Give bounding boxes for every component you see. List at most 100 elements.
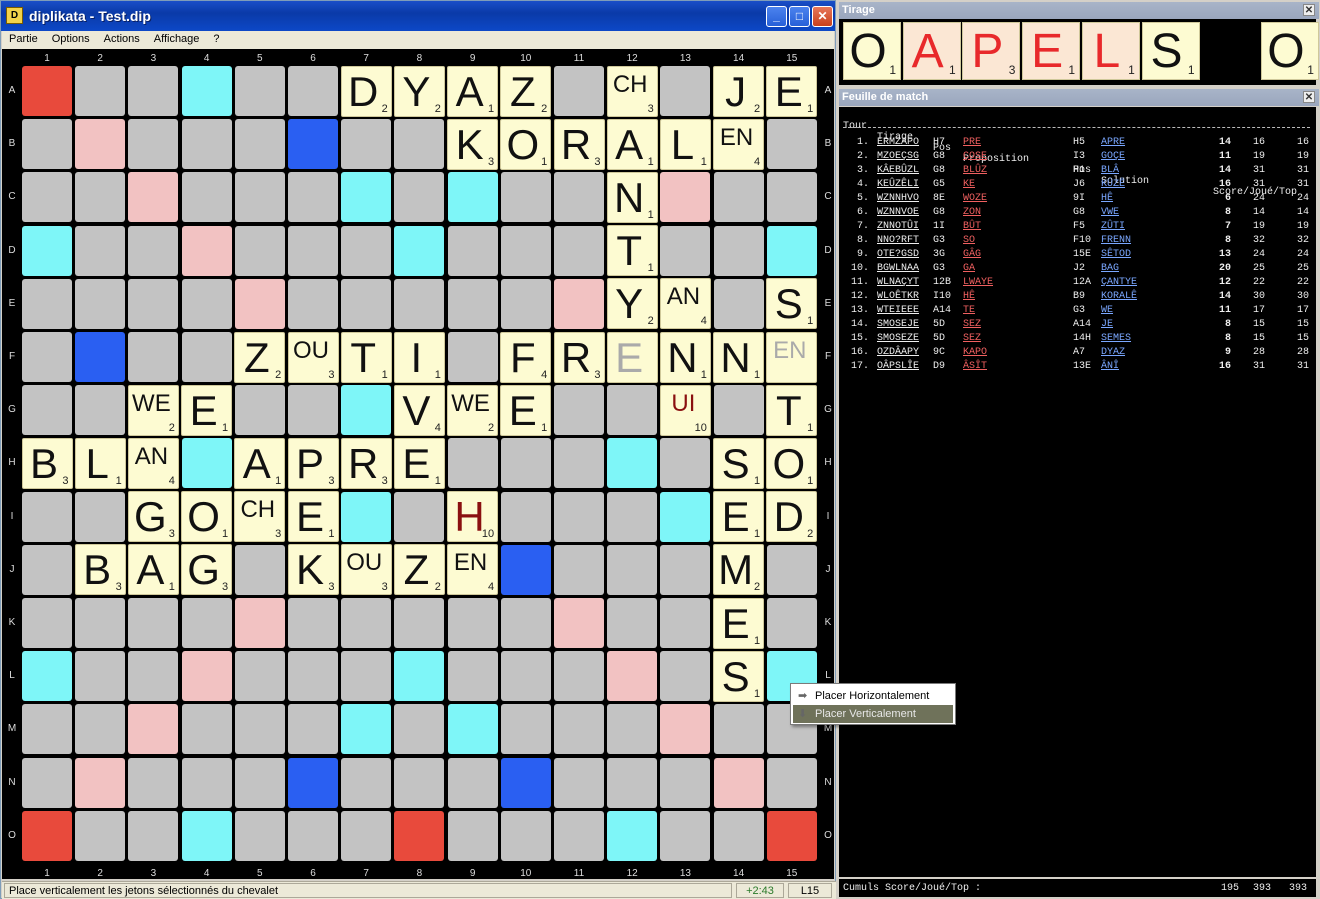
board-tile[interactable]: T1 [340, 331, 392, 383]
board-tile[interactable]: L1 [659, 118, 711, 170]
board-cell[interactable] [500, 544, 551, 595]
board-tile[interactable]: AN 4 [659, 278, 711, 330]
board-cell[interactable] [447, 598, 498, 648]
board-cell[interactable] [288, 757, 338, 808]
board-cell[interactable] [660, 438, 711, 489]
board-tile[interactable]: R3 [553, 331, 605, 383]
board-cell[interactable] [128, 757, 179, 808]
rack-tile[interactable]: O1 [1260, 22, 1319, 80]
board-cell[interactable] [288, 66, 338, 116]
board-cell[interactable] [288, 278, 338, 329]
place-vertical-item[interactable]: ⬇ Placer Verticalement [793, 705, 953, 723]
menu-options[interactable]: Options [45, 31, 97, 45]
board-cell[interactable] [341, 810, 392, 861]
board-cell[interactable] [234, 651, 285, 702]
board-tile[interactable]: CH 3 [234, 491, 286, 543]
sheet-row[interactable]: 15. SMOSEZE 5D SEZ 14H SEMES 8 15 15 [839, 333, 1316, 347]
sheet-row[interactable]: 9. OTE?GSD 3G GÂG 15E SÊTOD 13 24 24 [839, 249, 1316, 263]
board-tile[interactable]: AN 4 [127, 437, 179, 489]
board-tile[interactable]: G3 [181, 544, 233, 596]
board-cell[interactable] [447, 704, 498, 755]
board-cell[interactable] [660, 651, 711, 702]
sheet-row[interactable]: 7. ZNNOTÛI 1I BÛT F5 ZÛTI 7 19 19 [839, 221, 1316, 235]
board-tile[interactable]: E1 [500, 384, 552, 436]
sheet-row[interactable]: 6. WZNNVOE G8 ZON G8 VWE 8 14 14 [839, 207, 1316, 221]
board-cell[interactable] [447, 332, 498, 382]
board-cell[interactable] [766, 810, 817, 861]
menu-help[interactable]: ? [206, 31, 226, 45]
board-tile[interactable]: Y2 [393, 65, 445, 117]
board-cell[interactable] [447, 810, 498, 861]
board-tile[interactable]: H 10 [447, 491, 499, 543]
board-tile[interactable]: B3 [21, 437, 73, 489]
close-button[interactable]: ✕ [812, 6, 833, 27]
maximize-button[interactable]: □ [789, 6, 810, 27]
board-cell[interactable] [75, 757, 126, 808]
sheet-row[interactable]: 1. ERMZAPO H7 PRE H5 APRE 14 16 16 [839, 137, 1316, 151]
board-cell[interactable] [181, 225, 232, 276]
board-cell[interactable] [234, 278, 285, 329]
board-cell[interactable] [660, 810, 711, 861]
board-cell[interactable] [128, 172, 179, 223]
board-tile[interactable]: E1 [287, 491, 339, 543]
board-cell[interactable] [234, 385, 285, 436]
place-horizontal-item[interactable]: ➡ Placer Horizontalement [793, 687, 953, 705]
board-cell[interactable] [22, 757, 72, 808]
board-cell[interactable] [713, 385, 764, 436]
board-cell[interactable] [234, 544, 285, 595]
menu-actions[interactable]: Actions [97, 31, 147, 45]
board-cell[interactable] [394, 491, 445, 542]
board-tile[interactable]: R3 [340, 437, 392, 489]
rack-tile[interactable]: A1 [902, 22, 961, 80]
board-cell[interactable] [500, 704, 551, 755]
board-cell[interactable] [128, 651, 179, 702]
board-cell[interactable] [22, 278, 72, 329]
board-tile[interactable]: T1 [606, 225, 658, 277]
board-tile[interactable]: Z2 [500, 65, 552, 117]
board-cell[interactable] [75, 332, 126, 382]
rack-tile[interactable]: E1 [1022, 22, 1081, 80]
board-tile[interactable]: B3 [74, 544, 126, 596]
board-cell[interactable] [766, 598, 817, 648]
board-cell[interactable] [128, 225, 179, 276]
board-cell[interactable] [341, 385, 392, 436]
board-tile[interactable]: E1 [713, 491, 765, 543]
board-cell[interactable] [554, 598, 604, 648]
board-tile[interactable]: P3 [287, 437, 339, 489]
board-cell[interactable] [75, 385, 126, 436]
board-cell[interactable] [341, 651, 392, 702]
board-cell[interactable] [234, 172, 285, 223]
board-cell[interactable] [660, 225, 711, 276]
board-tile[interactable]: E1 [713, 597, 765, 649]
board-tile[interactable]: WE 2 [447, 384, 499, 436]
board-cell[interactable] [181, 172, 232, 223]
board-cell[interactable] [181, 757, 232, 808]
menu-partie[interactable]: Partie [2, 31, 45, 45]
board-cell[interactable] [22, 544, 72, 595]
board-cell[interactable] [394, 757, 445, 808]
board-cell[interactable] [394, 651, 445, 702]
board-cell[interactable] [607, 651, 658, 702]
board-tile[interactable]: R3 [553, 118, 605, 170]
board-tile[interactable]: V4 [393, 384, 445, 436]
board-cell[interactable] [288, 704, 338, 755]
sheet-row[interactable]: 13. WTEIEEE A14 TE G3 WE 11 17 17 [839, 305, 1316, 319]
board-cell[interactable] [341, 172, 392, 223]
rack-tile[interactable]: S1 [1141, 22, 1200, 80]
board-cell[interactable] [75, 651, 126, 702]
board-cell[interactable] [341, 757, 392, 808]
board-cell[interactable] [500, 278, 551, 329]
sheet-row[interactable]: 8. NNO?RFT G3 SO F10 FRENN 8 32 32 [839, 235, 1316, 249]
board-cell[interactable] [341, 598, 392, 648]
board-cell[interactable] [713, 278, 764, 329]
board-cell[interactable] [288, 172, 338, 223]
board-cell[interactable] [713, 810, 764, 861]
board-cell[interactable] [554, 651, 604, 702]
board-cell[interactable] [447, 225, 498, 276]
board-cell[interactable] [75, 598, 126, 648]
board-cell[interactable] [288, 598, 338, 648]
board-cell[interactable] [766, 172, 817, 223]
board-cell[interactable] [554, 438, 604, 489]
board-tile[interactable]: A1 [234, 437, 286, 489]
board-cell[interactable] [22, 810, 72, 861]
